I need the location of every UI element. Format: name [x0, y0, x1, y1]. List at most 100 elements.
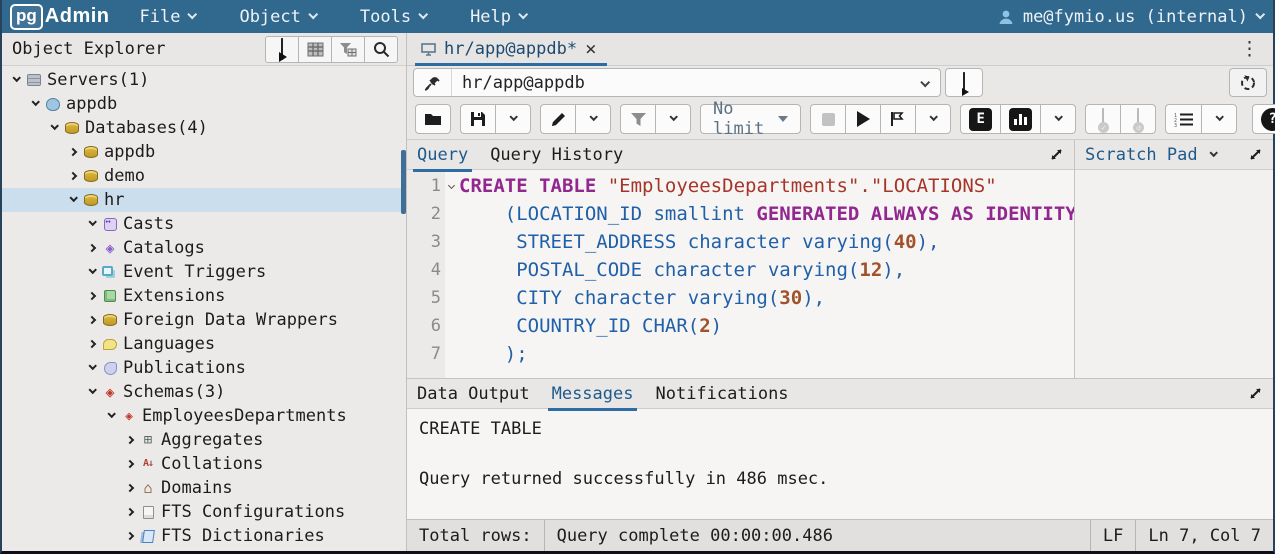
- chevron-right-icon[interactable]: [84, 245, 100, 251]
- execute-button[interactable]: [845, 104, 881, 134]
- chevron-down-icon: [188, 9, 198, 19]
- new-connection-button[interactable]: [945, 68, 983, 97]
- object-explorer-header: Object Explorer: [2, 33, 406, 66]
- sidebar-item-catalogs[interactable]: ◈Catalogs: [2, 236, 406, 260]
- tab-query-history[interactable]: Query History: [490, 145, 623, 165]
- scratch-pad-panel: Scratch Pad: [1075, 140, 1273, 378]
- chevron-down-icon[interactable]: [65, 197, 81, 203]
- chevron-right-icon[interactable]: [84, 293, 100, 299]
- filter-dropdown-button[interactable]: [655, 104, 691, 134]
- connection-select[interactable]: hr/app@appdb: [413, 68, 941, 97]
- sidebar-item-casts[interactable]: Casts: [2, 212, 406, 236]
- chevron-down-icon[interactable]: [84, 389, 100, 395]
- search-objects-button[interactable]: [364, 36, 398, 63]
- chevron-right-icon[interactable]: [122, 461, 138, 467]
- chevron-down-icon: [589, 113, 597, 121]
- expand-icon[interactable]: [1248, 386, 1263, 401]
- user-menu[interactable]: me@fymio.us (internal): [997, 7, 1263, 27]
- sidebar-item-appdb[interactable]: appdb: [2, 140, 406, 164]
- tab-data-output[interactable]: Data Output: [417, 384, 530, 404]
- floppy-save-icon: [470, 111, 486, 127]
- commit-button[interactable]: ✓: [1085, 104, 1121, 134]
- chevron-right-icon[interactable]: [84, 317, 100, 323]
- explain-button[interactable]: E: [960, 104, 1001, 134]
- macros-button[interactable]: 123: [1165, 104, 1202, 134]
- chevron-down-icon[interactable]: [1209, 148, 1217, 156]
- editor-code[interactable]: CREATE TABLE "EmployeesDepartments"."LOC…: [445, 170, 1074, 378]
- close-icon[interactable]: ×: [585, 40, 596, 59]
- scratch-pad-textarea[interactable]: [1075, 170, 1273, 378]
- reset-layout-button[interactable]: [1229, 68, 1267, 97]
- sidebar-item-fts-dictionaries[interactable]: FTS Dictionaries: [2, 524, 406, 548]
- code-line: STREET_ADDRESS character varying(40),: [459, 228, 1074, 256]
- querytool-tab[interactable]: hr/app@appdb* ×: [415, 33, 607, 65]
- sidebar-item-demo[interactable]: demo: [2, 164, 406, 188]
- sidebar-item-appdb[interactable]: appdb: [2, 92, 406, 116]
- save-file-button[interactable]: [460, 104, 496, 134]
- kebab-menu-icon[interactable]: ⋮: [1234, 38, 1265, 60]
- sidebar-item-extensions[interactable]: Extensions: [2, 284, 406, 308]
- sidebar-item-collations[interactable]: A↓Collations: [2, 452, 406, 476]
- explain-dropdown-button[interactable]: [1040, 104, 1076, 134]
- chevron-down-icon[interactable]: [27, 101, 43, 107]
- chevron-down-icon[interactable]: [84, 365, 100, 371]
- sidebar-item-employeesdepartments[interactable]: ◈EmployeesDepartments: [2, 404, 406, 428]
- sidebar-item-event-triggers[interactable]: Event Triggers: [2, 260, 406, 284]
- sidebar-item-fts-configurations[interactable]: FTS Configurations: [2, 500, 406, 524]
- explain-analyze-button[interactable]: [1000, 104, 1041, 134]
- macros-dropdown-button[interactable]: [1201, 104, 1237, 134]
- chevron-down-icon[interactable]: [46, 125, 62, 131]
- sidebar-item-servers-1[interactable]: Servers(1): [2, 68, 406, 92]
- row-limit-select[interactable]: No limit: [700, 104, 801, 134]
- menu-object[interactable]: Object: [239, 7, 315, 27]
- chevron-right-icon[interactable]: [122, 485, 138, 491]
- sidebar-scrollbar[interactable]: [401, 150, 406, 214]
- execute-dropdown-button[interactable]: [915, 104, 951, 134]
- chevron-right-icon[interactable]: [84, 341, 100, 347]
- line-number: 6: [407, 312, 445, 340]
- sidebar-item-databases-4[interactable]: Databases(4): [2, 116, 406, 140]
- menu-help[interactable]: Help: [470, 7, 526, 27]
- chevron-right-icon[interactable]: [122, 437, 138, 443]
- menu-tools[interactable]: Tools: [360, 7, 426, 27]
- message-line: [419, 442, 1273, 467]
- execute-options-button[interactable]: [880, 104, 916, 134]
- menu-file[interactable]: File: [140, 7, 196, 27]
- message-line: CREATE TABLE: [419, 417, 1273, 442]
- chevron-down-icon[interactable]: [84, 221, 100, 227]
- chevron-down-icon[interactable]: [103, 413, 119, 419]
- tab-query[interactable]: Query: [417, 145, 468, 165]
- chevron-right-icon[interactable]: [122, 533, 138, 539]
- stop-button[interactable]: [810, 104, 846, 134]
- sidebar-item-domains[interactable]: ⌂Domains: [2, 476, 406, 500]
- sidebar-item-publications[interactable]: Publications: [2, 356, 406, 380]
- open-file-button[interactable]: [415, 104, 451, 134]
- filtered-rows-button[interactable]: [331, 36, 365, 63]
- edit-dropdown-button[interactable]: [575, 104, 611, 134]
- help-button[interactable]: ?: [1252, 104, 1275, 134]
- view-data-button[interactable]: [298, 36, 332, 63]
- sidebar-item-languages[interactable]: Languages: [2, 332, 406, 356]
- save-dropdown-button[interactable]: [495, 104, 531, 134]
- rollback-button[interactable]: ↺: [1120, 104, 1156, 134]
- sidebar-item-hr[interactable]: hr: [2, 188, 406, 212]
- chevron-down-icon[interactable]: [84, 269, 100, 275]
- menu-label: Help: [470, 7, 511, 27]
- sidebar-item-aggregates[interactable]: ⊞Aggregates: [2, 428, 406, 452]
- sidebar-item-foreign-data-wrappers[interactable]: Foreign Data Wrappers: [2, 308, 406, 332]
- chevron-right-icon[interactable]: [65, 149, 81, 155]
- chevron-right-icon[interactable]: [122, 509, 138, 515]
- sidebar-item-schemas-3[interactable]: ◈Schemas(3): [2, 380, 406, 404]
- expand-icon[interactable]: [1248, 147, 1263, 162]
- filter-button[interactable]: [620, 104, 656, 134]
- chevron-right-icon[interactable]: [65, 173, 81, 179]
- edit-button[interactable]: [540, 104, 576, 134]
- tab-notifications[interactable]: Notifications: [655, 384, 788, 404]
- sql-editor[interactable]: 1234567 CREATE TABLE "EmployeesDepartmen…: [407, 170, 1074, 378]
- scratch-pad-title[interactable]: Scratch Pad: [1085, 145, 1198, 165]
- folder-icon: [424, 112, 442, 126]
- tab-messages[interactable]: Messages: [552, 384, 634, 404]
- query-tool-button[interactable]: [265, 36, 299, 63]
- expand-icon[interactable]: [1049, 147, 1064, 162]
- chevron-down-icon[interactable]: [8, 77, 24, 83]
